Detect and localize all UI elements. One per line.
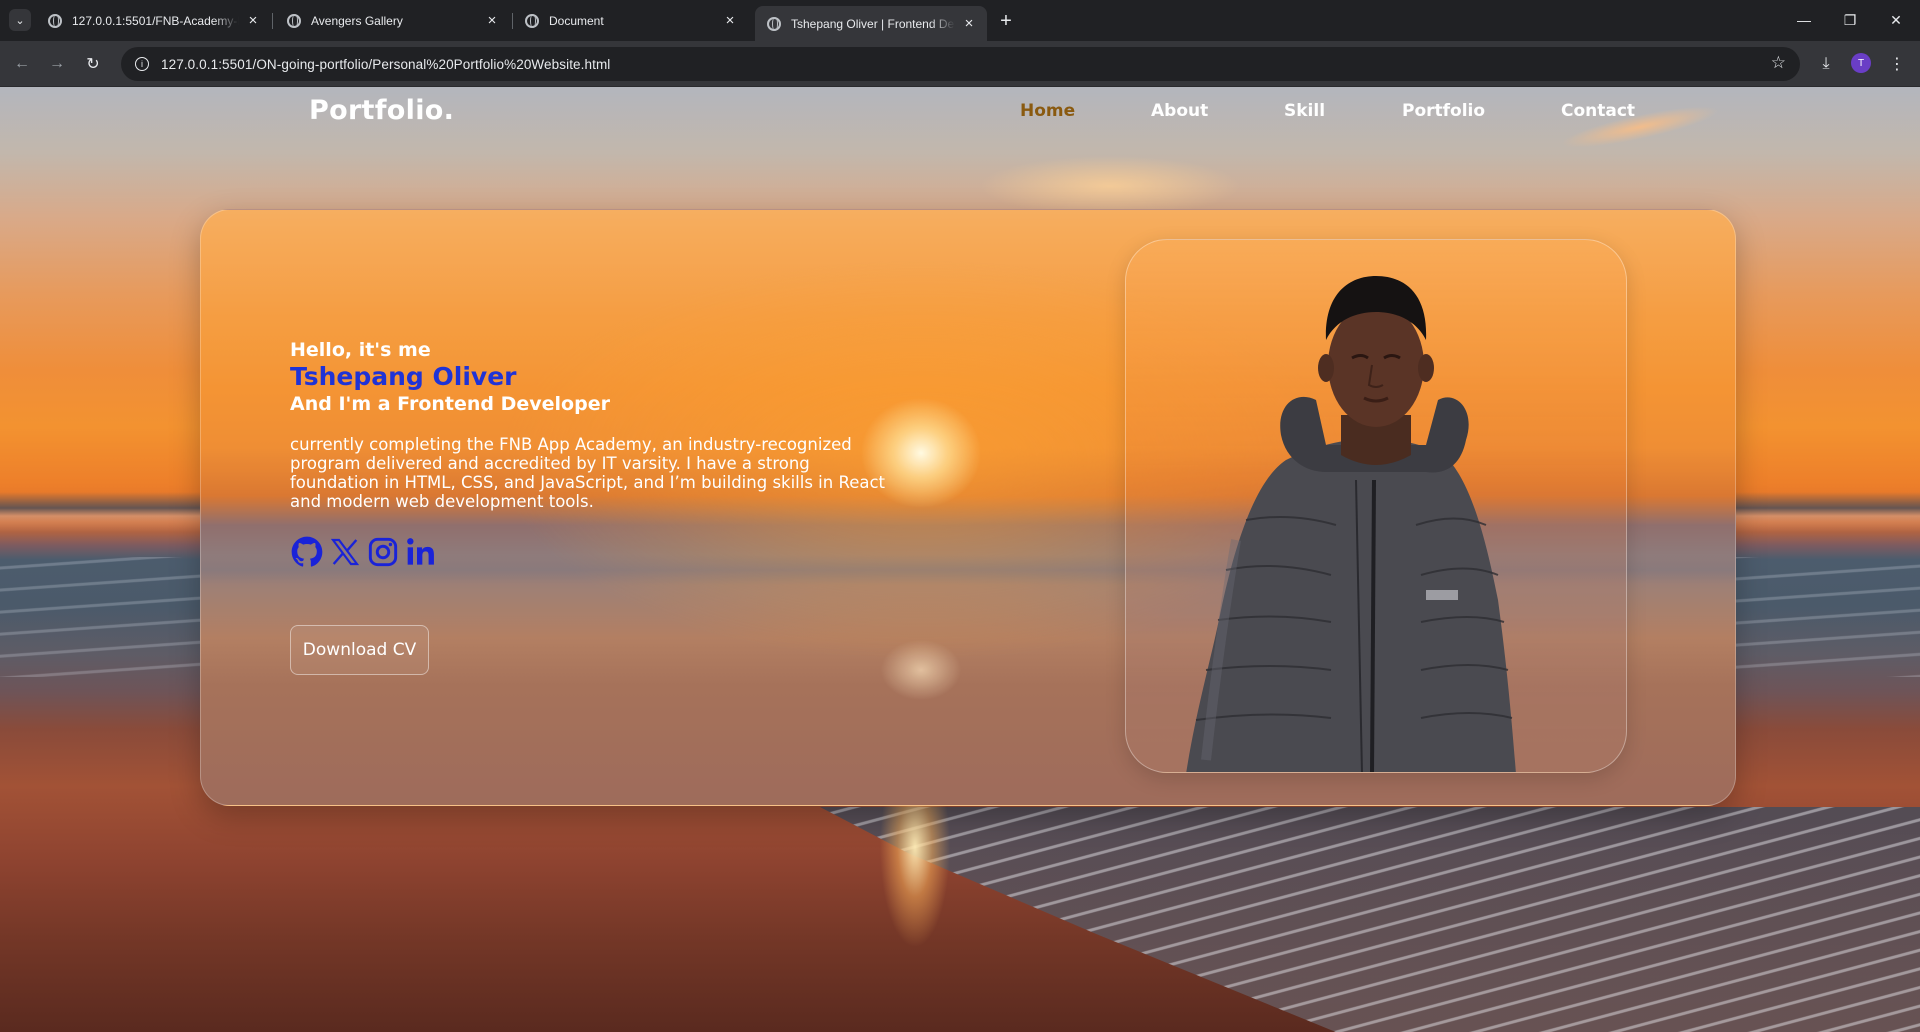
browser-toolbar: ← → ↻ i 127.0.0.1:5501/ON-going-portfoli… xyxy=(0,41,1920,87)
nav-link-home[interactable]: Home xyxy=(1020,101,1075,121)
bookmark-star-icon[interactable]: ☆ xyxy=(1771,53,1786,73)
background-foam xyxy=(820,807,1920,1032)
hero-intro: Hello, it's me Tshepang Oliver And I'm a… xyxy=(290,338,900,569)
close-icon[interactable]: × xyxy=(722,12,738,29)
hero-bio: currently completing the FNB App Academy… xyxy=(290,435,885,511)
hero-role: And I'm a Frontend Developer xyxy=(290,393,610,415)
nav-link-portfolio[interactable]: Portfolio xyxy=(1402,101,1485,121)
browser-tab-active[interactable]: Tshepang Oliver | Frontend Developer × xyxy=(755,6,987,41)
globe-icon xyxy=(525,13,539,28)
download-icon[interactable]: ⤓ xyxy=(1814,52,1838,76)
tab-title: Document xyxy=(549,13,604,28)
download-cv-button[interactable]: Download CV xyxy=(290,625,429,675)
close-icon[interactable]: × xyxy=(245,12,261,29)
linkedin-icon[interactable] xyxy=(404,535,438,569)
social-links xyxy=(290,535,900,569)
browser-tab[interactable]: Avengers Gallery × xyxy=(275,6,510,35)
globe-icon xyxy=(48,13,62,28)
menu-kebab-icon[interactable]: ⋮ xyxy=(1885,52,1909,76)
browser-tabstrip: ⌄ 127.0.0.1:5501/FNB-Academy-Proj × Aven… xyxy=(0,0,1920,41)
nav-link-contact[interactable]: Contact xyxy=(1561,101,1635,121)
site-info-icon[interactable]: i xyxy=(135,57,149,71)
new-tab-icon[interactable]: + xyxy=(994,9,1018,33)
page-viewport: Portfolio. Home About Skill Portfolio Co… xyxy=(0,87,1920,1032)
url-text[interactable]: 127.0.0.1:5501/ON-going-portfolio/Person… xyxy=(161,57,610,72)
nav-link-skill[interactable]: Skill xyxy=(1284,101,1325,121)
instagram-icon[interactable] xyxy=(366,535,400,569)
address-bar[interactable]: i 127.0.0.1:5501/ON-going-portfolio/Pers… xyxy=(121,47,1800,81)
x-icon[interactable] xyxy=(328,535,362,569)
window-close-icon[interactable]: ✕ xyxy=(1873,8,1919,32)
globe-icon xyxy=(287,13,301,28)
reload-icon[interactable]: ↻ xyxy=(81,52,105,76)
forward-icon[interactable]: → xyxy=(45,52,69,76)
profile-avatar[interactable]: T xyxy=(1851,53,1871,73)
github-icon[interactable] xyxy=(290,535,324,569)
tab-divider xyxy=(272,13,273,29)
profile-photo xyxy=(1125,239,1627,773)
minimize-icon[interactable]: — xyxy=(1781,8,1827,32)
tab-title: Avengers Gallery xyxy=(311,13,403,28)
browser-tab[interactable]: Document × xyxy=(513,6,748,35)
tab-title: 127.0.0.1:5501/FNB-Academy-Proj xyxy=(72,13,239,28)
nav-link-about[interactable]: About xyxy=(1151,101,1208,121)
back-icon[interactable]: ← xyxy=(10,52,34,76)
tab-search-icon[interactable]: ⌄ xyxy=(9,9,31,31)
browser-tab[interactable]: 127.0.0.1:5501/FNB-Academy-Proj × xyxy=(36,6,271,35)
site-logo[interactable]: Portfolio. xyxy=(309,95,454,126)
hero-name: Tshepang Oliver xyxy=(290,362,517,391)
hero-greeting: Hello, it's me xyxy=(290,339,431,361)
person-illustration xyxy=(1186,276,1516,772)
restore-icon[interactable]: ❐ xyxy=(1827,8,1873,32)
close-icon[interactable]: × xyxy=(961,15,977,32)
close-icon[interactable]: × xyxy=(484,12,500,29)
tab-title: Tshepang Oliver | Frontend Developer xyxy=(791,16,955,31)
globe-icon xyxy=(767,16,781,31)
hero-card: Hello, it's me Tshepang Oliver And I'm a… xyxy=(200,209,1736,806)
